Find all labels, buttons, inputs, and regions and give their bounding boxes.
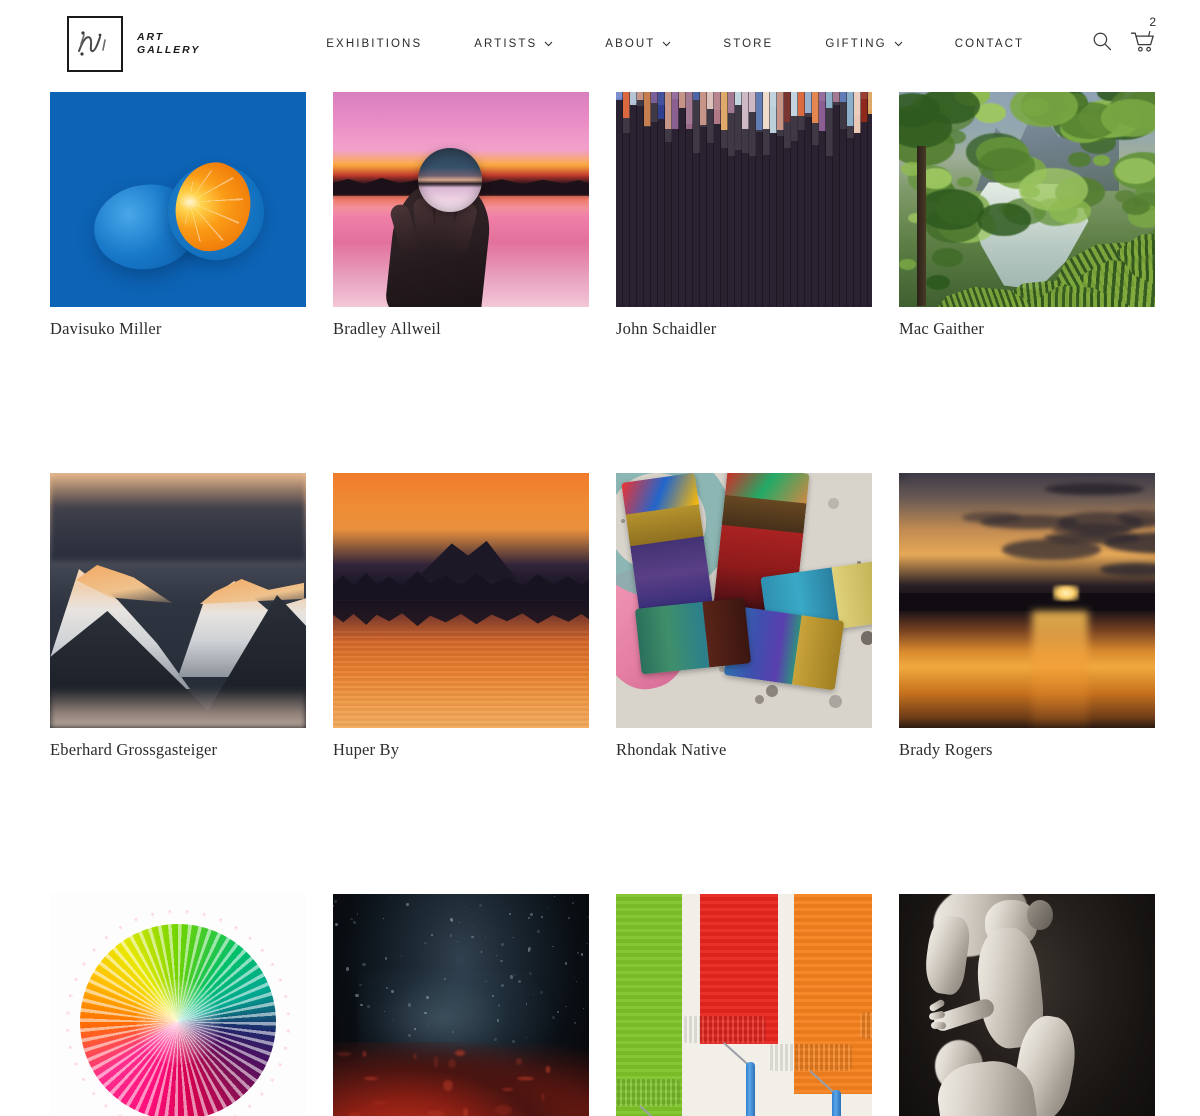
- gallery-card-dominique-basso[interactable]: Dominique Basso: [899, 894, 1182, 1116]
- card-label: Brady Rogers: [899, 740, 993, 759]
- nav-label-artists: ARTISTS: [474, 38, 538, 50]
- gallery-row-3: Sharon Pittaway Pawel Czerwinski David P…: [50, 894, 1200, 1116]
- chevron-down-icon: [894, 38, 903, 50]
- nav-item-exhibitions[interactable]: EXHIBITIONS: [300, 38, 448, 50]
- gallery-card-brady-rogers[interactable]: Brady Rogers: [899, 473, 1182, 760]
- gallery-row-1: Davisuko Miller Bradley Allweil John Sch…: [50, 92, 1200, 339]
- gallery-card-mac-gaither[interactable]: Mac Gaither: [899, 92, 1182, 339]
- card-label: Davisuko Miller: [50, 319, 162, 338]
- artwork-abstract-vertical-color-strips[interactable]: [616, 92, 872, 307]
- gallery-card-pawel-czerwinski[interactable]: Pawel Czerwinski: [333, 894, 616, 1116]
- gallery-row-2: Eberhard Grossgasteiger Huper By Rhondak…: [50, 473, 1200, 760]
- header-actions: 2: [1092, 16, 1156, 59]
- artwork-marble-sculpture-figures[interactable]: [899, 894, 1155, 1116]
- gallery-card-eberhard-grossgasteiger[interactable]: Eberhard Grossgasteiger: [50, 473, 333, 760]
- row-spacer: [0, 355, 1200, 473]
- artist-gallery-grid: Davisuko Miller Bradley Allweil John Sch…: [0, 88, 1200, 1116]
- gallery-card-rhondak-native[interactable]: Rhondak Native: [616, 473, 899, 760]
- nav-label-gifting: GIFTING: [825, 38, 887, 50]
- nav-label-contact: CONTACT: [954, 38, 1025, 50]
- artwork-rainbow-chrysanthemum-flower[interactable]: [50, 894, 306, 1116]
- chevron-down-icon: [544, 38, 553, 50]
- artwork-paint-covered-brushes[interactable]: [616, 473, 872, 728]
- cart-button[interactable]: 2: [1130, 16, 1156, 59]
- card-label: John Schaidler: [616, 319, 717, 338]
- card-label: Bradley Allweil: [333, 319, 441, 338]
- chevron-down-icon: [662, 38, 671, 50]
- artwork-orange-sunset-lake-mountain-reflection[interactable]: [333, 473, 589, 728]
- card-label: Huper By: [333, 740, 400, 759]
- nav-label-store: STORE: [723, 38, 774, 50]
- nav-label-exhibitions: EXHIBITIONS: [326, 38, 423, 50]
- site-header: ART GALLERY EXHIBITIONS ARTISTS ABOUT ST…: [0, 0, 1200, 88]
- gallery-card-bradley-allweil[interactable]: Bradley Allweil: [333, 92, 616, 339]
- artwork-hand-holding-lensball-at-pink-sunset-lake[interactable]: [333, 92, 589, 307]
- nav-item-gifting[interactable]: GIFTING: [799, 38, 928, 50]
- artwork-golden-sunset-over-lake[interactable]: [899, 473, 1155, 728]
- card-label: Rhondak Native: [616, 740, 727, 759]
- nav-label-about: ABOUT: [605, 38, 656, 50]
- card-label: Eberhard Grossgasteiger: [50, 740, 218, 759]
- nav-item-artists[interactable]: ARTISTS: [448, 38, 579, 50]
- card-label: Mac Gaither: [899, 319, 985, 338]
- artwork-green-forest-river-with-ferns[interactable]: [899, 92, 1155, 307]
- artwork-snowy-alpine-peaks-at-sunset[interactable]: [50, 473, 306, 728]
- brand-logo[interactable]: ART GALLERY: [67, 16, 200, 72]
- gallery-card-davisuko-miller[interactable]: Davisuko Miller: [50, 92, 333, 339]
- brand-wordmark: ART GALLERY: [137, 31, 200, 57]
- signature-square-logo-icon: [67, 16, 123, 72]
- nav-item-about[interactable]: ABOUT: [579, 38, 697, 50]
- artwork-blue-orange-on-blue-background[interactable]: [50, 92, 306, 307]
- gallery-card-david-pisnoy[interactable]: David Pisnoy: [616, 894, 899, 1116]
- main-navigation: EXHIBITIONS ARTISTS ABOUT STORE GIFTING …: [300, 38, 1050, 50]
- brand-line-1: ART: [137, 31, 165, 43]
- artwork-dark-red-ink-abstract[interactable]: [333, 894, 589, 1116]
- gallery-card-john-schaidler[interactable]: John Schaidler: [616, 92, 899, 339]
- search-icon[interactable]: [1092, 31, 1112, 56]
- gallery-card-huper-by[interactable]: Huper By: [333, 473, 616, 760]
- cart-count-badge: 2: [1149, 15, 1156, 29]
- artwork-paint-rollers-colored-stripes[interactable]: [616, 894, 872, 1116]
- nav-item-contact[interactable]: CONTACT: [929, 38, 1050, 50]
- gallery-card-sharon-pittaway[interactable]: Sharon Pittaway: [50, 894, 333, 1116]
- shopping-cart-icon: [1130, 31, 1156, 58]
- brand-line-2: GALLERY: [137, 44, 201, 56]
- nav-item-store[interactable]: STORE: [697, 38, 799, 50]
- row-spacer: [0, 776, 1200, 894]
